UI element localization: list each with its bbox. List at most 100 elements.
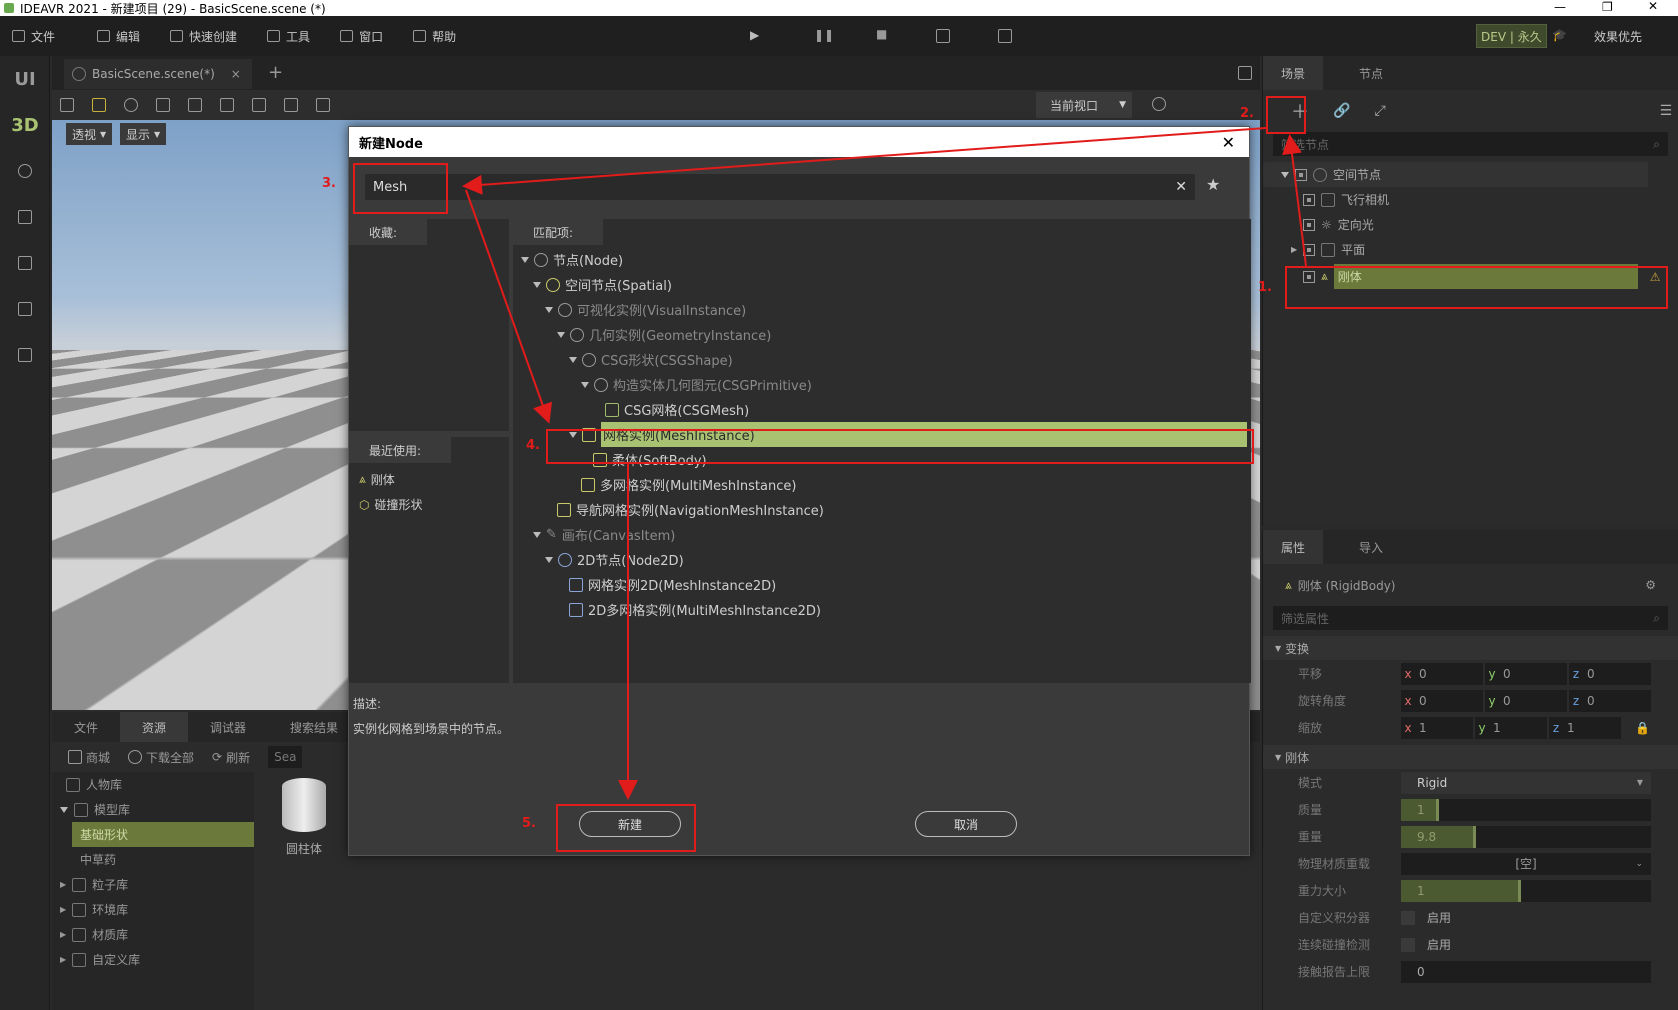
tab-import[interactable]: 导入: [1341, 530, 1401, 564]
weight-slider[interactable]: 9.8: [1401, 825, 1651, 848]
viewport-select[interactable]: 当前视口 ▼: [1036, 92, 1132, 118]
store-button[interactable]: [0, 194, 50, 240]
lib-environment[interactable]: ▶ 环境库: [52, 897, 254, 922]
tree-canvasitem[interactable]: ✎ 画布(CanvasItem): [513, 522, 1251, 547]
tab-file[interactable]: 文件: [52, 712, 120, 742]
contacts-spinbox[interactable]: 0: [1401, 960, 1651, 983]
grid-tool-icon[interactable]: [284, 98, 298, 112]
minimize-icon[interactable]: —: [1554, 0, 1566, 14]
lib-herbs[interactable]: 中草药: [52, 847, 254, 872]
tree-item-plane[interactable]: ▶ 平面: [1263, 237, 1678, 262]
tab-debugger[interactable]: 调试器: [188, 712, 268, 742]
menu-quick-create[interactable]: 快速创建: [158, 16, 249, 56]
recent-item-rigidbody[interactable]: ⩓ 刚体: [349, 467, 509, 492]
lib-materials[interactable]: ▶ 材质库: [52, 922, 254, 947]
pivot-tool-icon[interactable]: [220, 98, 234, 112]
translate-x[interactable]: x0: [1401, 662, 1483, 685]
tree-item-light[interactable]: ☼ 定向光: [1263, 212, 1678, 237]
play-icon[interactable]: ▶: [750, 28, 759, 42]
clear-search-icon[interactable]: ✕: [1175, 179, 1187, 195]
asset-search-input[interactable]: Sea: [268, 746, 303, 768]
scale-z[interactable]: z1: [1549, 716, 1621, 739]
scale-x[interactable]: x1: [1401, 716, 1473, 739]
mode-select[interactable]: Rigid ▼: [1401, 771, 1651, 794]
lib-models[interactable]: 模型库: [52, 797, 254, 822]
tree-csgprimitive[interactable]: 构造实体几何图元(CSGPrimitive): [513, 372, 1251, 397]
tab-properties[interactable]: 属性: [1263, 530, 1324, 564]
tab-resources[interactable]: 资源: [120, 712, 189, 742]
menu-icon[interactable]: ☰: [1660, 103, 1673, 119]
favorite-star-icon[interactable]: ★: [1206, 175, 1220, 194]
focus-tool-icon[interactable]: [188, 98, 202, 112]
perspective-button[interactable]: 透视 ▼: [66, 123, 113, 145]
translate-y[interactable]: y0: [1485, 662, 1567, 685]
close-tab-icon[interactable]: ×: [231, 67, 241, 81]
instance-icon[interactable]: ⤢: [1374, 103, 1385, 119]
visible-checkbox[interactable]: [1303, 243, 1316, 256]
select-tool-icon[interactable]: [60, 98, 74, 112]
settings-icon[interactable]: [1152, 97, 1166, 111]
move-tool-icon[interactable]: [92, 98, 106, 112]
menu-file[interactable]: 文件: [0, 16, 67, 56]
tree-meshinstance2d[interactable]: 网格实例2D(MeshInstance2D): [513, 572, 1251, 597]
gravity-slider[interactable]: 1: [1401, 879, 1651, 902]
menu-help[interactable]: 帮助: [401, 16, 468, 56]
close-dialog-icon[interactable]: ✕: [1222, 133, 1235, 152]
ccd-checkbox[interactable]: [1401, 937, 1415, 952]
rotate-y[interactable]: y0: [1485, 689, 1567, 712]
rotate-z[interactable]: z0: [1569, 689, 1651, 712]
menu-tools[interactable]: 工具: [255, 16, 322, 56]
rotate-x[interactable]: x0: [1401, 689, 1483, 712]
close-window-icon[interactable]: ✕: [1648, 0, 1658, 13]
tree-multimeshinstance2d[interactable]: 2D多网格实例(MultiMeshInstance2D): [513, 597, 1251, 622]
exit-button[interactable]: [0, 332, 50, 378]
tree-visualinstance[interactable]: 可视化实例(VisualInstance): [513, 297, 1251, 322]
tree-item-spatial[interactable]: 空间节点: [1263, 162, 1648, 187]
asset-cylinder[interactable]: 圆柱体: [274, 778, 334, 857]
play-custom-icon[interactable]: [998, 29, 1012, 43]
tab-search-results[interactable]: 搜索结果: [268, 712, 360, 742]
ui-mode-button[interactable]: UI: [0, 56, 50, 102]
tree-node[interactable]: 节点(Node): [513, 247, 1251, 272]
download-all-button[interactable]: 下载全部: [128, 749, 194, 766]
scale-tool-icon[interactable]: [156, 98, 170, 112]
lib-particles[interactable]: ▶ 粒子库: [52, 872, 254, 897]
maximize-icon[interactable]: ❐: [1602, 0, 1613, 14]
export-button[interactable]: [0, 286, 50, 332]
visible-checkbox[interactable]: [1303, 218, 1315, 231]
visible-checkbox[interactable]: [1295, 168, 1307, 181]
physics-material-select[interactable]: [空] ⌄: [1401, 852, 1651, 875]
menu-window[interactable]: 窗口: [328, 16, 395, 56]
property-filter-input[interactable]: 筛选属性 ⌕: [1273, 606, 1668, 630]
pause-icon[interactable]: ❚❚: [814, 28, 834, 42]
sliders-icon[interactable]: ⚙: [1645, 578, 1656, 592]
recent-item-collision[interactable]: ⬡ 碰撞形状: [349, 492, 509, 517]
refresh-button[interactable]: ⟳ 刷新: [212, 749, 250, 766]
lib-custom[interactable]: ▶ 自定义库: [52, 947, 254, 972]
tab-scene[interactable]: 场景: [1263, 56, 1324, 90]
snap-tool-icon[interactable]: [252, 98, 266, 112]
rotate-tool-icon[interactable]: [124, 98, 138, 112]
shop-button[interactable]: 商城: [68, 749, 110, 766]
scale-y[interactable]: y1: [1475, 716, 1547, 739]
cancel-button[interactable]: 取消: [915, 811, 1017, 837]
section-rigidbody[interactable]: ▼ 刚体: [1263, 745, 1678, 769]
play-scene-icon[interactable]: [936, 29, 950, 43]
asset-button[interactable]: [0, 240, 50, 286]
custom-integrator-checkbox[interactable]: [1401, 910, 1415, 925]
lib-basic-shapes[interactable]: 基础形状: [72, 822, 254, 847]
stop-icon[interactable]: ■: [876, 27, 887, 41]
tree-geometryinstance[interactable]: 几何实例(GeometryInstance): [513, 322, 1251, 347]
visible-checkbox[interactable]: [1303, 193, 1315, 206]
mass-slider[interactable]: 1: [1401, 798, 1651, 821]
link-icon[interactable]: 🔗: [1333, 103, 1350, 119]
node-filter-input[interactable]: 筛选节点 ⌕: [1273, 132, 1668, 156]
camera-tool-icon[interactable]: [316, 98, 330, 112]
graduation-icon[interactable]: 🎓: [1552, 28, 1567, 42]
tree-node2d[interactable]: 2D节点(Node2D): [513, 547, 1251, 572]
tree-spatial[interactable]: 空间节点(Spatial): [513, 272, 1251, 297]
tree-item-camera[interactable]: 飞行相机: [1263, 187, 1678, 212]
fullscreen-icon[interactable]: [1238, 66, 1252, 80]
tree-multimeshinstance[interactable]: 多网格实例(MultiMeshInstance): [513, 472, 1251, 497]
scene-tab[interactable]: BasicScene.scene(*) ×: [64, 59, 252, 89]
